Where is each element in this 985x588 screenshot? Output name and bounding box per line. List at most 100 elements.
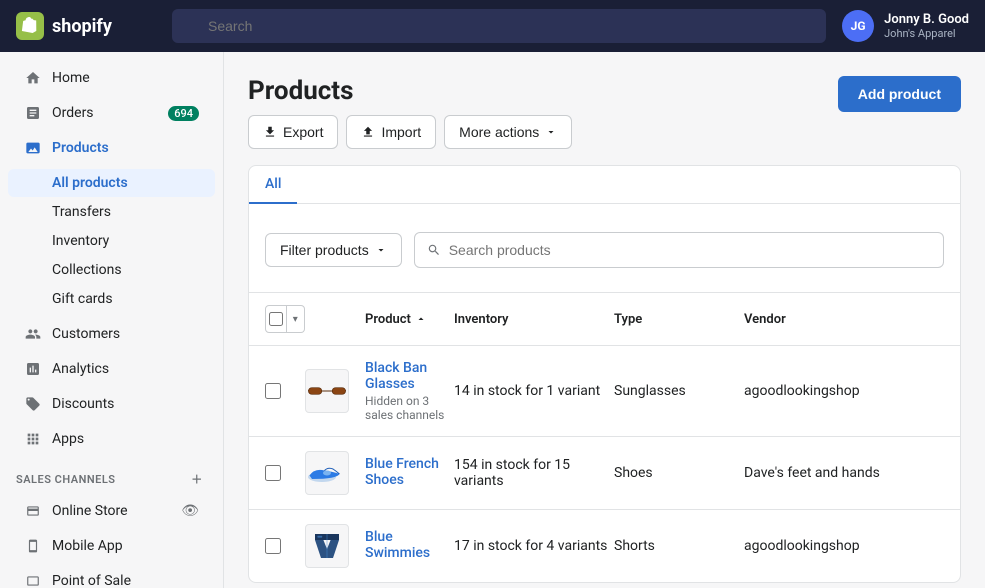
shorts-image bbox=[309, 528, 345, 564]
shopify-logo-icon bbox=[16, 12, 44, 40]
user-info: Jonny B. Good John's Apparel bbox=[884, 12, 969, 40]
sidebar-customers-label: Customers bbox=[52, 326, 120, 342]
product-type: Shoes bbox=[614, 465, 744, 481]
sidebar-apps-label: Apps bbox=[52, 431, 84, 447]
sidebar-item-collections[interactable]: Collections bbox=[8, 256, 215, 284]
sidebar-products-label: Products bbox=[52, 140, 109, 156]
online-store-label: Online Store bbox=[52, 503, 128, 519]
select-all-checkbox[interactable] bbox=[269, 312, 283, 326]
product-vendor: Dave's feet and hands bbox=[744, 465, 944, 481]
row-checkbox[interactable] bbox=[265, 465, 281, 481]
table-row: Blue French Shoes 154 in stock for 15 va… bbox=[249, 437, 960, 510]
sidebar-item-home[interactable]: Home bbox=[8, 61, 215, 95]
filter-row: Filter products bbox=[249, 220, 960, 293]
sidebar: Home Orders 694 Products All products Tr… bbox=[0, 52, 224, 588]
sidebar-item-customers[interactable]: Customers bbox=[8, 317, 215, 351]
product-type: Sunglasses bbox=[614, 383, 744, 399]
table-row: Black Ban Glasses Hidden on 3 sales chan… bbox=[249, 346, 960, 437]
sidebar-item-mobile-app[interactable]: Mobile App bbox=[8, 529, 215, 563]
sidebar-item-discounts[interactable]: Discounts bbox=[8, 387, 215, 421]
search-products-input[interactable] bbox=[449, 242, 931, 258]
checkbox-dropdown-caret[interactable]: ▾ bbox=[287, 305, 305, 333]
top-navigation: shopify 🔍 JG Jonny B. Good John's Appare… bbox=[0, 0, 985, 52]
product-vendor: agoodlookingshop bbox=[744, 538, 944, 554]
main-content: Products Export Import More actions bbox=[224, 52, 985, 588]
row-checkbox[interactable] bbox=[265, 538, 281, 554]
add-sales-channel-button[interactable]: ＋ bbox=[187, 469, 207, 489]
product-vendor: agoodlookingshop bbox=[744, 383, 944, 399]
mobile-app-icon bbox=[24, 537, 42, 555]
orders-badge: 694 bbox=[168, 106, 199, 121]
point-of-sale-icon bbox=[24, 572, 42, 588]
product-name-link[interactable]: Black Ban Glasses bbox=[365, 360, 454, 392]
import-button[interactable]: Import bbox=[346, 115, 436, 149]
products-icon bbox=[24, 139, 42, 157]
product-inventory: 17 in stock for 4 variants bbox=[454, 538, 614, 554]
sidebar-item-apps[interactable]: Apps bbox=[8, 422, 215, 456]
col-header-type: Type bbox=[614, 312, 744, 327]
user-name: Jonny B. Good bbox=[884, 12, 969, 27]
sidebar-item-online-store[interactable]: Online Store 👁 bbox=[8, 494, 215, 528]
apps-icon bbox=[24, 430, 42, 448]
select-all-checkbox-area[interactable] bbox=[265, 305, 287, 333]
sidebar-item-all-products[interactable]: All products bbox=[8, 169, 215, 197]
discounts-icon bbox=[24, 395, 42, 413]
add-product-button[interactable]: Add product bbox=[838, 76, 961, 112]
more-actions-button[interactable]: More actions bbox=[444, 115, 572, 149]
col-header-inventory: Inventory bbox=[454, 312, 614, 327]
filter-search-row: Filter products bbox=[265, 232, 944, 268]
logo-text: shopify bbox=[52, 16, 112, 37]
export-icon bbox=[263, 125, 277, 139]
store-name: John's Apparel bbox=[884, 27, 969, 40]
search-container: 🔍 bbox=[172, 9, 826, 43]
user-area[interactable]: JG Jonny B. Good John's Apparel bbox=[842, 10, 969, 42]
sidebar-item-inventory[interactable]: Inventory bbox=[8, 227, 215, 255]
filter-products-button[interactable]: Filter products bbox=[265, 233, 402, 267]
product-name-link[interactable]: Blue French Shoes bbox=[365, 456, 454, 488]
header-checkbox-area: ▾ bbox=[265, 305, 305, 333]
sidebar-item-analytics[interactable]: Analytics bbox=[8, 352, 215, 386]
product-thumbnail bbox=[305, 369, 349, 413]
sidebar-item-point-of-sale[interactable]: Point of Sale bbox=[8, 564, 215, 588]
sort-icon bbox=[415, 313, 427, 325]
home-icon bbox=[24, 69, 42, 87]
customers-icon bbox=[24, 325, 42, 343]
sidebar-home-label: Home bbox=[52, 70, 90, 86]
global-search-input[interactable] bbox=[172, 9, 826, 43]
product-type: Shorts bbox=[614, 538, 744, 554]
product-tabs: All bbox=[249, 166, 960, 204]
col-header-product[interactable]: Product bbox=[365, 312, 454, 327]
logo[interactable]: shopify bbox=[16, 12, 156, 40]
product-search-icon bbox=[427, 243, 441, 257]
analytics-icon bbox=[24, 360, 42, 378]
sidebar-discounts-label: Discounts bbox=[52, 396, 114, 412]
chevron-down-icon bbox=[545, 126, 557, 138]
shoes-image bbox=[307, 460, 347, 486]
online-store-icon bbox=[24, 502, 42, 520]
sidebar-item-gift-cards[interactable]: Gift cards bbox=[8, 285, 215, 313]
row-checkbox-wrap bbox=[265, 383, 305, 399]
page-header: Products Export Import More actions bbox=[248, 76, 961, 149]
tab-all[interactable]: All bbox=[249, 166, 297, 204]
sidebar-item-transfers[interactable]: Transfers bbox=[8, 198, 215, 226]
row-checkbox-wrap bbox=[265, 538, 305, 554]
sales-channels-section: SALES CHANNELS ＋ bbox=[0, 457, 223, 493]
row-checkbox-wrap bbox=[265, 465, 305, 481]
product-thumbnail bbox=[305, 451, 349, 495]
product-name-link[interactable]: Blue Swimmies bbox=[365, 529, 454, 561]
row-checkbox[interactable] bbox=[265, 383, 281, 399]
header-actions: Export Import More actions bbox=[248, 115, 572, 149]
sidebar-item-orders[interactable]: Orders 694 bbox=[8, 96, 215, 130]
product-search-container bbox=[414, 232, 944, 268]
mobile-app-label: Mobile App bbox=[52, 538, 123, 554]
product-info: Blue French Shoes bbox=[365, 456, 454, 490]
app-layout: Home Orders 694 Products All products Tr… bbox=[0, 52, 985, 588]
sidebar-analytics-label: Analytics bbox=[52, 361, 109, 377]
sidebar-item-products[interactable]: Products bbox=[8, 131, 215, 165]
filter-chevron-icon bbox=[375, 244, 387, 256]
glasses-image bbox=[308, 381, 346, 401]
table-row: Blue Swimmies 17 in stock for 4 variants… bbox=[249, 510, 960, 582]
online-store-eye-icon[interactable]: 👁 bbox=[181, 503, 199, 519]
export-button[interactable]: Export bbox=[248, 115, 338, 149]
table-header: ▾ Product Inventory Type Vendor bbox=[249, 293, 960, 346]
